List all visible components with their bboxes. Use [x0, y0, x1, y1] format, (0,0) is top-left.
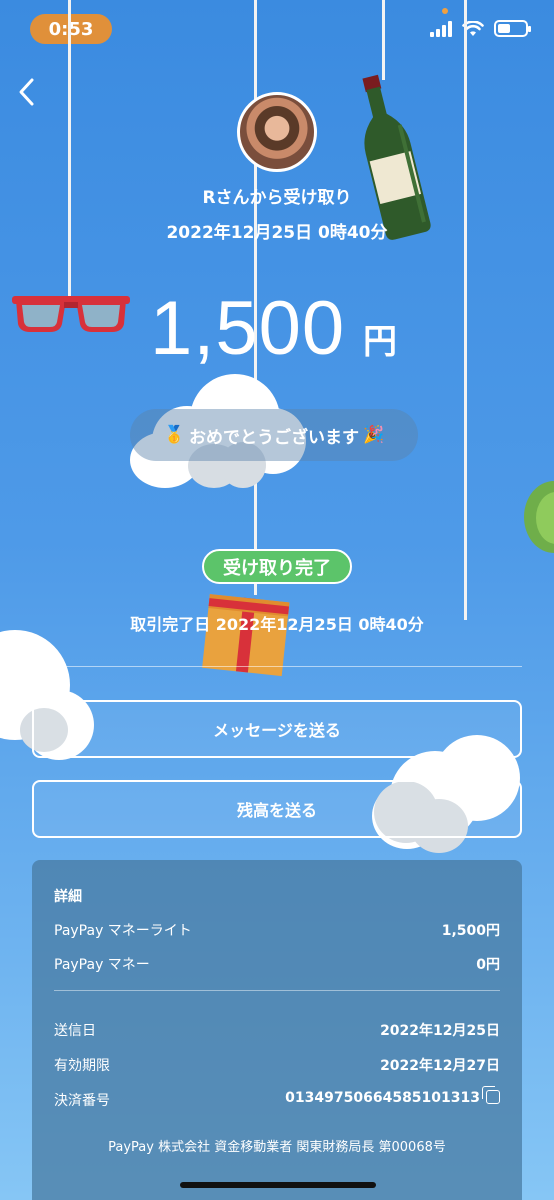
detail-label: PayPay マネーライト [54, 923, 192, 939]
wine-bottle-icon [362, 74, 431, 240]
details-title: 詳細 [54, 889, 82, 905]
completion-datetime: 取引完了日 2022年12月25日 0時40分 [130, 615, 424, 634]
detail-value: 1,500円 [441, 923, 500, 939]
home-indicator[interactable] [180, 1182, 376, 1188]
lettuce-icon [524, 481, 554, 553]
congrats-banner: 🥇 おめでとうございます 🎉 [130, 409, 418, 461]
detail-value: 2022年12月25日 [380, 1023, 500, 1039]
company-footer: PayPay 株式会社 資金移動業者 関東財務局長 第00068号 [108, 1140, 446, 1155]
received-datetime: 2022年12月25日 0時40分 [166, 223, 388, 243]
detail-row-expiry: 有効期限 2022年12月27日 [54, 1055, 500, 1075]
sunglasses-icon [12, 296, 130, 332]
send-balance-button[interactable]: 残高を送る [32, 780, 522, 838]
received-from-label: Rさんから受け取り [202, 188, 352, 208]
battery-icon [494, 20, 531, 37]
detail-row-sent-date: 送信日 2022年12月25日 [54, 1020, 500, 1040]
detail-label: 送信日 [54, 1023, 96, 1039]
chevron-left-icon [19, 78, 34, 106]
decor-string [68, 0, 71, 300]
back-button[interactable] [16, 76, 38, 108]
detail-row-money-lite: PayPay マネーライト 1,500円 [54, 920, 500, 940]
payment-number-value: 01349750664585101313 [285, 1086, 500, 1110]
privacy-indicator-dot [442, 8, 448, 14]
decor-string [464, 0, 467, 620]
divider [32, 666, 522, 667]
congrats-text: おめでとうございます [189, 427, 359, 448]
status-icons [430, 20, 531, 37]
status-badge: 受け取り完了 [202, 549, 352, 584]
party-popper-icon: 🎉 [363, 425, 385, 445]
detail-value: 0円 [476, 957, 500, 973]
detail-label: 有効期限 [54, 1058, 110, 1074]
detail-value: 01349750664585101313 [285, 1090, 480, 1106]
detail-value: 2022年12月27日 [380, 1058, 500, 1074]
copy-icon[interactable] [482, 1086, 500, 1104]
status-time: 0:53 [30, 14, 112, 44]
medal-icon: 🥇 [163, 425, 185, 445]
details-card: 詳細 PayPay マネーライト 1,500円 PayPay マネー 0円 送信… [32, 860, 522, 1200]
amount-unit: 円 [363, 322, 397, 362]
avatar [237, 92, 317, 172]
detail-label: PayPay マネー [54, 957, 150, 973]
detail-row-payment-number: 決済番号 01349750664585101313 [54, 1086, 500, 1110]
send-message-button[interactable]: メッセージを送る [32, 700, 522, 758]
detail-label: 決済番号 [54, 1093, 110, 1109]
detail-row-money: PayPay マネー 0円 [54, 954, 500, 974]
details-divider [54, 990, 500, 991]
signal-icon [430, 20, 452, 37]
amount-value: 1,500 [150, 286, 346, 371]
